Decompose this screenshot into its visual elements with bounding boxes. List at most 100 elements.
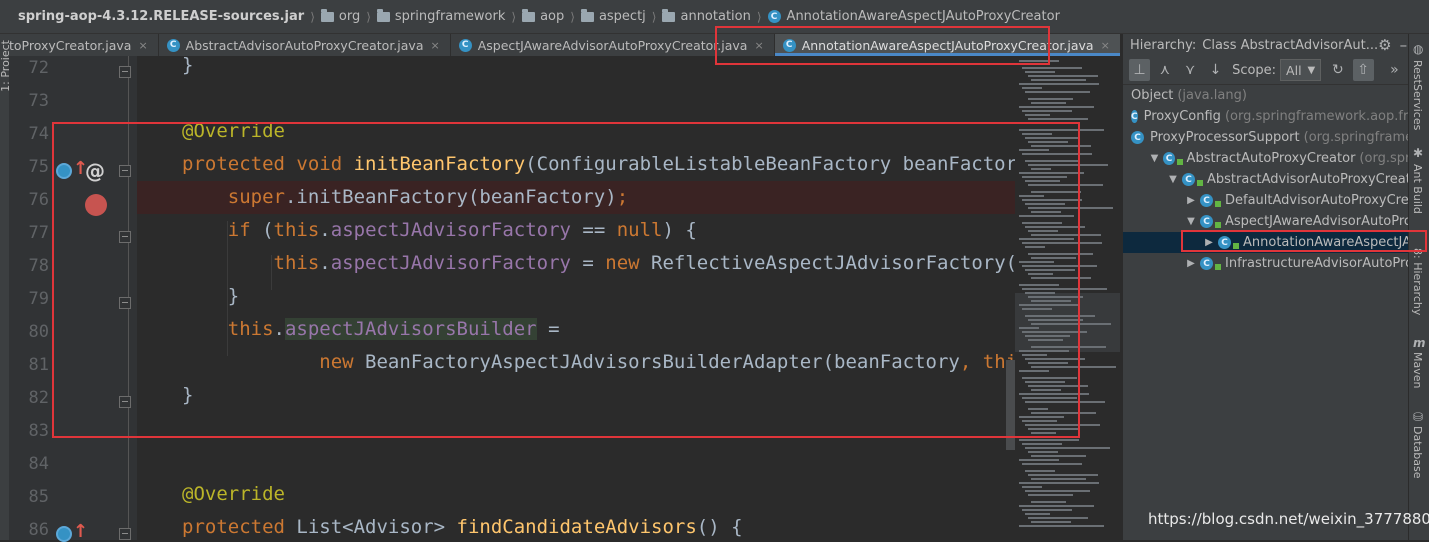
minimap-line <box>1022 509 1072 511</box>
class-icon: C <box>782 38 796 52</box>
code-line[interactable]: super.initBeanFactory(beanFactory); <box>137 181 1015 214</box>
breadcrumb-package-aop[interactable]: aop <box>522 8 564 24</box>
tool-window-restservices[interactable]: RestServices <box>1411 60 1424 130</box>
minimap-line <box>1022 110 1072 112</box>
code-line[interactable]: @Override <box>137 478 1015 511</box>
supertypes-icon[interactable]: ⋏ <box>1154 59 1175 81</box>
tool-window-hierarchy[interactable]: 8: Hierarchy <box>1411 248 1424 315</box>
code-line[interactable]: } <box>137 56 1015 82</box>
breadcrumb-class[interactable]: C AnnotationAwareAspectJAutoProxyCreator <box>767 9 1060 24</box>
code-line[interactable]: protected List<Advisor> findCandidateAdv… <box>137 511 1015 540</box>
close-icon[interactable]: × <box>430 39 439 52</box>
collapsed-arrow-icon[interactable]: ▶ <box>1203 237 1215 248</box>
fold-marker-icon[interactable] <box>119 66 131 78</box>
project-tool-strip[interactable]: 1: Project <box>0 34 12 540</box>
code-line[interactable]: this.aspectJAdvisorFactory = new Reflect… <box>137 247 1016 280</box>
editor-scrollbar-thumb[interactable] <box>1006 360 1015 450</box>
code-token: protected void <box>182 153 354 175</box>
hierarchy-toolbar: ⊥ ⋏ ⋎ ↓ Scope: All ▼ ↻ ⇧ » <box>1123 56 1409 85</box>
expanded-arrow-icon[interactable]: ▼ <box>1149 153 1160 164</box>
breadcrumb-package-springframework[interactable]: springframework <box>376 8 505 24</box>
minimap-line <box>1025 180 1060 182</box>
class-icon: C <box>1200 257 1213 270</box>
minimize-icon[interactable]: – <box>1400 36 1408 54</box>
code-line[interactable]: @Override <box>137 115 1015 148</box>
close-icon[interactable]: × <box>754 39 763 52</box>
tab-file[interactable]: toProxyCreator.java × <box>9 34 159 56</box>
tree-node[interactable]: ▼ C AbstractAutoProxyCreator (org.springf <box>1123 148 1429 169</box>
overrides-method-icon[interactable] <box>56 163 72 179</box>
tree-node[interactable]: ▶ C DefaultAdvisorAutoProxyCreator <box>1123 190 1429 211</box>
fold-marker-icon[interactable] <box>119 231 131 243</box>
code-token: protected <box>182 516 297 538</box>
code-line[interactable]: this.aspectJAdvisorsBuilder = <box>137 313 1015 346</box>
tree-node[interactable]: Object (java.lang) <box>1123 85 1417 106</box>
breadcrumb-label: org <box>338 9 361 24</box>
collapsed-arrow-icon[interactable]: ▶ <box>1185 195 1197 206</box>
code-editor[interactable]: } @Override protected void initBeanFactory… <box>137 56 1015 540</box>
refresh-icon[interactable]: ↻ <box>1327 59 1348 81</box>
gear-icon[interactable]: ⚙ <box>1378 36 1391 54</box>
export-icon[interactable]: ⇧ <box>1352 59 1374 81</box>
more-icon[interactable]: » <box>1384 59 1405 81</box>
code-line[interactable]: if (this.aspectJAdvisorFactory == null) … <box>137 214 1015 247</box>
type-hierarchy-icon[interactable]: ⊥ <box>1129 59 1151 81</box>
fold-marker-icon[interactable] <box>119 297 131 309</box>
minimap-line <box>1022 331 1087 333</box>
scope-dropdown[interactable]: All ▼ <box>1280 59 1322 81</box>
fold-marker-icon[interactable] <box>119 396 131 408</box>
breakpoint-icon[interactable] <box>85 194 107 216</box>
minimap-line <box>1019 83 1099 85</box>
expanded-arrow-icon[interactable]: ▼ <box>1167 174 1179 185</box>
breadcrumb-package-org[interactable]: org <box>320 8 361 24</box>
class-icon: C <box>1131 110 1138 123</box>
tab-file[interactable]: C AbstractAdvisorAutoProxyCreator.java × <box>159 34 451 56</box>
class-icon: C <box>1218 236 1231 249</box>
public-access-icon <box>1177 158 1183 165</box>
code-line[interactable] <box>137 412 1015 445</box>
fold-marker-icon[interactable] <box>119 165 131 177</box>
minimap-line <box>1022 377 1077 379</box>
code-line[interactable]: protected void initBeanFactory(Configura… <box>137 148 1015 181</box>
breadcrumb-jar[interactable]: spring-aop-4.3.12.RELEASE-sources.jar <box>0 9 304 24</box>
minimap-line <box>1025 203 1065 205</box>
code-line[interactable] <box>137 82 1015 115</box>
tool-window-database[interactable]: Database <box>1411 426 1424 479</box>
line-number: 77 <box>28 223 49 243</box>
close-icon[interactable]: × <box>138 39 147 52</box>
breadcrumb-label: aspectj <box>598 9 646 24</box>
tree-node[interactable]: ▼ C AspectJAwareAdvisorAutoProxyC <box>1123 211 1429 232</box>
line-number: 83 <box>28 421 49 441</box>
minimap-line <box>1028 408 1048 410</box>
code-token: ) { <box>662 219 697 241</box>
subtypes-icon[interactable]: ⋎ <box>1180 59 1201 81</box>
code-minimap[interactable] <box>1015 56 1120 540</box>
fold-marker-icon[interactable] <box>119 528 131 540</box>
code-line[interactable]: new BeanFactoryAspectJAdvisorsBuilderAda… <box>137 346 1015 379</box>
sort-alpha-icon[interactable]: ↓ <box>1205 59 1226 81</box>
tool-window-maven[interactable]: Maven <box>1411 352 1424 388</box>
tree-node[interactable]: ▶ C InfrastructureAdvisorAutoProxyC <box>1123 253 1429 274</box>
tree-node[interactable]: C ProxyConfig (org.springframework.aop.fra… <box>1123 106 1417 127</box>
annotation-marker-icon[interactable]: @ <box>85 159 105 183</box>
code-line[interactable] <box>137 445 1015 478</box>
override-arrow-icon: ↑ <box>73 521 89 542</box>
folder-icon <box>320 8 334 22</box>
code-line[interactable]: } <box>137 379 1015 412</box>
expanded-arrow-icon[interactable]: ▼ <box>1185 216 1197 227</box>
breadcrumb-package-annotation[interactable]: annotation <box>662 8 751 24</box>
collapsed-arrow-icon[interactable]: ▶ <box>1185 258 1197 269</box>
code-token: new <box>605 252 652 274</box>
code-line[interactable]: } <box>137 280 1015 313</box>
line-number: 79 <box>28 289 49 309</box>
tree-node[interactable]: ▼ C AbstractAdvisorAutoProxyCreator <box>1123 169 1429 190</box>
tree-node[interactable]: C ProxyProcessorSupport (org.springframe <box>1123 127 1417 148</box>
minimap-line <box>1031 521 1071 523</box>
tab-file[interactable]: C AspectJAwareAdvisorAutoProxyCreator.jav… <box>451 34 775 56</box>
close-icon[interactable]: × <box>1101 39 1110 52</box>
tool-window-ant-build[interactable]: Ant Build <box>1411 164 1424 214</box>
breadcrumb-package-aspectj[interactable]: aspectj <box>580 8 646 24</box>
tree-node[interactable]: ▶ C AnnotationAwareAspectJAuto <box>1123 232 1429 253</box>
minimap-line <box>1031 211 1061 213</box>
tab-file[interactable]: C AnnotationAwareAspectJAutoProxyCreator.… <box>774 34 1120 56</box>
